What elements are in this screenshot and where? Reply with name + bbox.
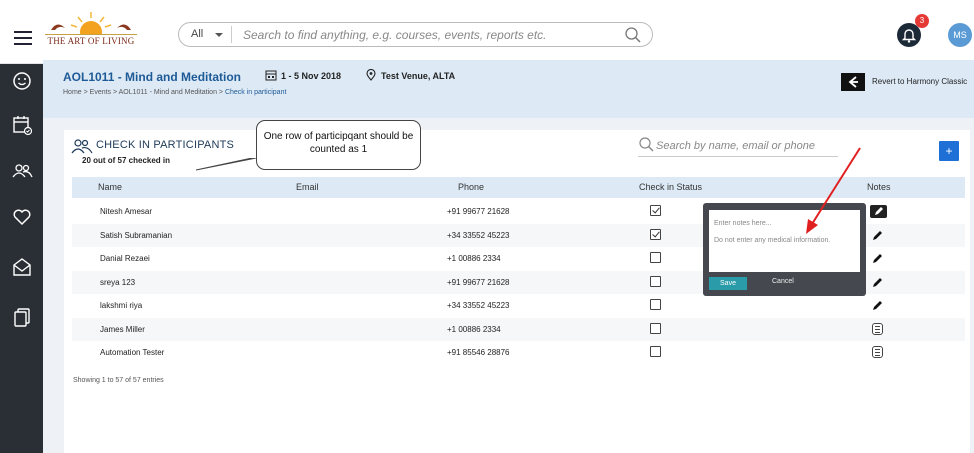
chevron-down-icon[interactable] xyxy=(215,33,223,37)
user-avatar[interactable]: MS xyxy=(948,23,972,47)
participant-phone: +91 99677 21628 xyxy=(447,207,510,216)
participant-name: Satish Subramanian xyxy=(100,230,173,240)
event-header: AOL1011 - Mind and Meditation 1 - 5 Nov … xyxy=(43,60,974,118)
check-in-checkbox[interactable] xyxy=(650,322,661,334)
event-date: 1 - 5 Nov 2018 xyxy=(281,71,342,81)
participant-name: Danial Rezaei xyxy=(100,254,150,263)
breadcrumb-current: Check in participant xyxy=(224,89,287,96)
calendar-check-icon[interactable] xyxy=(11,114,33,136)
participant-name: Nitesh Amesar xyxy=(100,207,153,216)
participant-phone: +34 33552 45223 xyxy=(447,301,510,310)
notes-warning: Do not enter any medical information. xyxy=(714,237,831,244)
breadcrumb-path[interactable]: Home > Events > AOL1011 - Mind and Medit… xyxy=(63,89,225,96)
copy-document-icon[interactable] xyxy=(11,306,33,328)
check-in-checkbox[interactable] xyxy=(650,228,661,240)
search-divider xyxy=(231,26,232,43)
notification-count-badge: 3 xyxy=(915,14,929,28)
participant-name: sreya 123 xyxy=(100,277,136,287)
logo-text: THE ART OF LIVING xyxy=(45,34,137,46)
table-header: Name Email Phone Check in Status Notes xyxy=(72,177,965,198)
sidebar xyxy=(0,64,43,453)
edit-note-icon[interactable] xyxy=(870,205,887,218)
save-note-button[interactable]: Save xyxy=(709,277,747,290)
participant-name: Automation Tester xyxy=(100,348,165,357)
event-title[interactable]: AOL1011 - Mind and Meditation xyxy=(63,70,241,84)
notes-placeholder: Enter notes here... xyxy=(714,220,772,227)
participant-name: lakshmi riya xyxy=(100,301,143,310)
search-icon[interactable] xyxy=(624,26,642,44)
search-icon[interactable] xyxy=(638,136,656,154)
hamburger-menu-icon[interactable] xyxy=(14,31,32,45)
add-participant-button[interactable]: + xyxy=(939,141,959,161)
art-of-living-logo[interactable]: THE ART OF LIVING xyxy=(45,10,137,46)
global-search-input[interactable] xyxy=(243,26,613,43)
participants-icon xyxy=(71,139,93,154)
participant-phone: +1 00886 2334 xyxy=(447,254,501,263)
participant-phone: +91 99677 21628 xyxy=(447,277,510,287)
arrow-back-icon xyxy=(848,76,858,88)
revert-button[interactable] xyxy=(841,73,865,91)
mail-open-icon[interactable] xyxy=(11,256,33,278)
cancel-note-button[interactable]: Cancel xyxy=(772,278,794,285)
check-in-checkbox[interactable] xyxy=(650,205,661,216)
heart-icon[interactable] xyxy=(11,206,33,228)
participant-search-input[interactable] xyxy=(656,138,832,154)
location-pin-icon xyxy=(366,69,376,81)
column-email[interactable]: Email xyxy=(296,182,319,192)
global-search: All xyxy=(178,22,653,47)
breadcrumb: Home > Events > AOL1011 - Mind and Medit… xyxy=(63,89,286,96)
search-underline xyxy=(638,156,838,157)
table-row: lakshmi riya +34 33552 45223 xyxy=(72,294,965,317)
users-icon[interactable] xyxy=(11,160,33,182)
column-name[interactable]: Name xyxy=(98,182,122,192)
table-row: Automation Tester +91 85546 28876 xyxy=(72,341,965,364)
table-row: James Miller +1 00886 2334 xyxy=(72,317,965,341)
check-in-checkbox[interactable] xyxy=(650,275,661,287)
edit-note-icon[interactable] xyxy=(872,298,884,316)
callout-tail-shape xyxy=(195,158,257,171)
column-check-in-status[interactable]: Check in Status xyxy=(639,182,702,192)
card-title: CHECK IN PARTICIPANTS xyxy=(96,139,235,151)
participant-phone: +91 85546 28876 xyxy=(447,348,510,357)
participant-phone: +34 33552 45223 xyxy=(447,230,510,240)
notes-popup: Enter notes here... Do not enter any med… xyxy=(703,203,866,296)
participant-phone: +1 00886 2334 xyxy=(447,324,501,334)
check-in-checkbox[interactable] xyxy=(650,346,661,357)
edit-note-icon[interactable] xyxy=(872,228,884,246)
checked-in-count: 20 out of 57 checked in xyxy=(82,156,171,165)
sun-logo-icon xyxy=(51,12,131,43)
search-filter-select[interactable]: All xyxy=(191,28,203,40)
check-in-checkbox[interactable] xyxy=(650,299,661,310)
event-venue: Test Venue, ALTA xyxy=(381,71,456,81)
smiley-icon[interactable] xyxy=(11,70,33,92)
participant-name: James Miller xyxy=(100,324,145,334)
column-notes[interactable]: Notes xyxy=(867,182,891,192)
top-header: THE ART OF LIVING All 3 MS xyxy=(0,0,974,64)
edit-note-icon[interactable] xyxy=(872,251,884,269)
view-note-icon[interactable] xyxy=(872,346,883,358)
entries-info: Showing 1 to 57 of 57 entries xyxy=(73,377,164,384)
edit-note-icon[interactable] xyxy=(872,275,884,293)
check-in-checkbox[interactable] xyxy=(650,252,661,263)
calendar-icon xyxy=(265,70,277,81)
revert-label[interactable]: Revert to Harmony Classic xyxy=(872,77,967,86)
notes-textarea[interactable]: Enter notes here... Do not enter any med… xyxy=(709,210,860,272)
annotation-callout: One row of participqant should be counte… xyxy=(256,120,421,170)
view-note-icon[interactable] xyxy=(872,322,883,335)
column-phone[interactable]: Phone xyxy=(458,182,484,192)
